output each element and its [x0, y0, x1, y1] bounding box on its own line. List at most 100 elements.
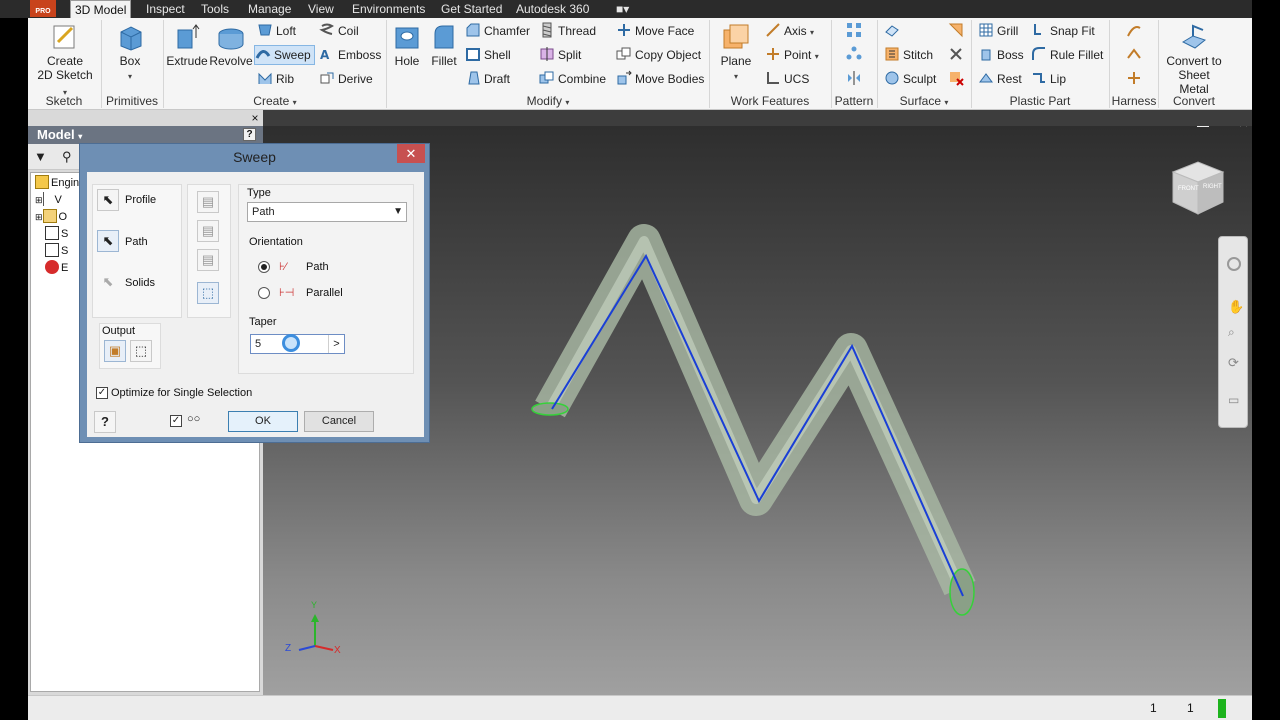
combine-button[interactable]: Combine: [539, 69, 606, 89]
tab-inspect[interactable]: Inspect: [142, 0, 189, 18]
hole-button[interactable]: Hole: [390, 22, 424, 68]
dialog-help-button[interactable]: ?: [94, 411, 116, 433]
emboss-button[interactable]: A Emboss: [319, 45, 381, 65]
chamfer-button[interactable]: Chamfer: [465, 21, 530, 41]
profile-select-button[interactable]: ⬉: [97, 189, 119, 211]
cut-button[interactable]: ▤: [197, 220, 219, 242]
output-solid-button[interactable]: ▣: [104, 340, 126, 362]
dialog-close-button[interactable]: ✕: [397, 144, 425, 163]
revolve-button[interactable]: Revolve: [208, 22, 254, 68]
box-button[interactable]: Box ▾: [110, 22, 150, 84]
orientation-parallel-radio[interactable]: [258, 287, 270, 299]
axis-button[interactable]: Axis ▾: [765, 21, 814, 41]
tab-environments[interactable]: Environments: [348, 0, 429, 18]
fillet-button[interactable]: Fillet: [426, 22, 462, 68]
trim-button[interactable]: [948, 45, 967, 65]
app-logo[interactable]: PRO: [30, 0, 56, 17]
tree-item-view[interactable]: ⊞ V: [35, 192, 62, 209]
preview-checkbox[interactable]: ✓: [170, 415, 182, 427]
panel-title-surface[interactable]: Surface ▾: [878, 93, 970, 109]
intersect-button[interactable]: ▤: [197, 249, 219, 271]
plane-button[interactable]: Plane ▾: [716, 22, 756, 84]
optimize-checkbox[interactable]: ✓: [96, 387, 108, 399]
convert-to-sheet-metal-button[interactable]: Convert to Sheet Metal: [1162, 22, 1226, 96]
lip-button[interactable]: Lip: [1031, 69, 1066, 89]
viewcube[interactable]: FRONT RIGHT: [1168, 156, 1228, 219]
point-button[interactable]: Point ▾: [765, 45, 819, 65]
panel-title-create[interactable]: Create ▾: [164, 93, 386, 109]
tree-item-end-of-part[interactable]: E: [45, 260, 68, 277]
hole-icon: [395, 27, 419, 49]
tree-item-sketch-2[interactable]: S: [45, 243, 68, 260]
harness-split-button[interactable]: [1126, 69, 1145, 89]
thread-button[interactable]: Thread: [539, 21, 596, 41]
tab-view[interactable]: View: [304, 0, 338, 18]
new-solid-button[interactable]: ⬚: [197, 282, 219, 304]
chamfer-icon: [466, 23, 480, 37]
solids-select-button[interactable]: ⬉: [97, 271, 119, 293]
circular-pattern-button[interactable]: [846, 45, 865, 65]
mirror-button[interactable]: [846, 69, 865, 89]
sculpt-button[interactable]: Sculpt: [884, 69, 936, 89]
look-at-icon[interactable]: ▭: [1228, 393, 1239, 407]
tab-manage[interactable]: Manage: [244, 0, 295, 18]
grill-button[interactable]: Grill: [978, 21, 1018, 41]
browser-help-icon[interactable]: ?: [243, 128, 256, 141]
derive-button[interactable]: Derive: [319, 69, 373, 89]
coil-button[interactable]: Coil: [319, 21, 359, 41]
ok-button[interactable]: OK: [228, 411, 298, 432]
rest-button[interactable]: Rest: [978, 69, 1022, 89]
find-icon[interactable]: ⚲: [62, 149, 72, 165]
type-dropdown[interactable]: Path ▼: [247, 202, 407, 222]
steering-wheel-icon[interactable]: [1227, 257, 1241, 271]
filter-icon[interactable]: ▼: [34, 149, 47, 164]
boss-button[interactable]: Boss: [978, 45, 1024, 65]
join-button[interactable]: ▤: [197, 191, 219, 213]
snap-fit-button[interactable]: Snap Fit: [1031, 21, 1095, 41]
tree-item-sketch-1[interactable]: S: [45, 226, 68, 243]
panel-title-modify[interactable]: Modify ▾: [387, 93, 709, 109]
tree-item-origin[interactable]: ⊞ O: [35, 209, 67, 226]
draft-button[interactable]: Draft: [465, 69, 510, 89]
tree-item-part[interactable]: Engin: [35, 175, 79, 192]
path-select-button[interactable]: ⬉: [97, 230, 119, 252]
cancel-button[interactable]: Cancel: [304, 411, 374, 432]
rule-fillet-button[interactable]: Rule Fillet: [1031, 45, 1103, 65]
taper-flyout-button[interactable]: >: [328, 335, 344, 353]
rib-button[interactable]: Rib: [257, 69, 294, 89]
delete-face-button[interactable]: [948, 69, 967, 89]
copy-object-button[interactable]: Copy Object: [616, 45, 701, 65]
loft-button[interactable]: Loft: [257, 21, 296, 41]
orbit-icon[interactable]: ⟳: [1228, 355, 1239, 371]
stitch-button[interactable]: Stitch: [884, 45, 933, 65]
rectangular-pattern-button[interactable]: [846, 21, 865, 41]
tab-3d-model[interactable]: 3D Model: [70, 0, 132, 18]
tab-autodesk-360[interactable]: Autodesk 360: [512, 0, 593, 18]
move-bodies-button[interactable]: Move Bodies: [616, 69, 704, 89]
browser-close-icon[interactable]: ×: [247, 110, 263, 126]
navigation-bar: ✋ ⌕ ⟳ ▭: [1218, 236, 1248, 428]
pan-icon[interactable]: ✋: [1228, 299, 1244, 315]
shell-button[interactable]: Shell: [465, 45, 511, 65]
camera-dropdown-icon[interactable]: ■▾: [612, 0, 633, 18]
patch-button[interactable]: [948, 21, 967, 41]
ucs-button[interactable]: UCS: [765, 69, 809, 89]
create-2d-sketch-button[interactable]: Create 2D Sketch ▾: [36, 22, 94, 100]
zoom-icon[interactable]: ⌕: [1228, 325, 1235, 340]
extrude-button[interactable]: Extrude: [166, 22, 208, 68]
harness-route-button[interactable]: [1126, 21, 1145, 41]
harness-wire-button[interactable]: [1126, 45, 1145, 65]
tab-tools[interactable]: Tools: [197, 0, 233, 18]
move-face-button[interactable]: Move Face: [616, 21, 694, 41]
sweep-button[interactable]: Sweep: [254, 45, 315, 65]
ribbon: Create 2D Sketch ▾ Sketch Box ▾ Primitives…: [28, 18, 1252, 110]
output-surface-button[interactable]: ⬚: [130, 340, 152, 362]
split-button[interactable]: Split: [539, 45, 581, 65]
expand-icon[interactable]: ⊞: [35, 195, 43, 205]
orientation-path-radio[interactable]: [258, 261, 270, 273]
tab-get-started[interactable]: Get Started: [437, 0, 506, 18]
browser-header[interactable]: Model ▾ ?: [28, 126, 263, 144]
thicken-button[interactable]: [884, 21, 903, 41]
rib-icon: [258, 72, 272, 84]
expand-icon[interactable]: ⊞: [35, 212, 43, 222]
